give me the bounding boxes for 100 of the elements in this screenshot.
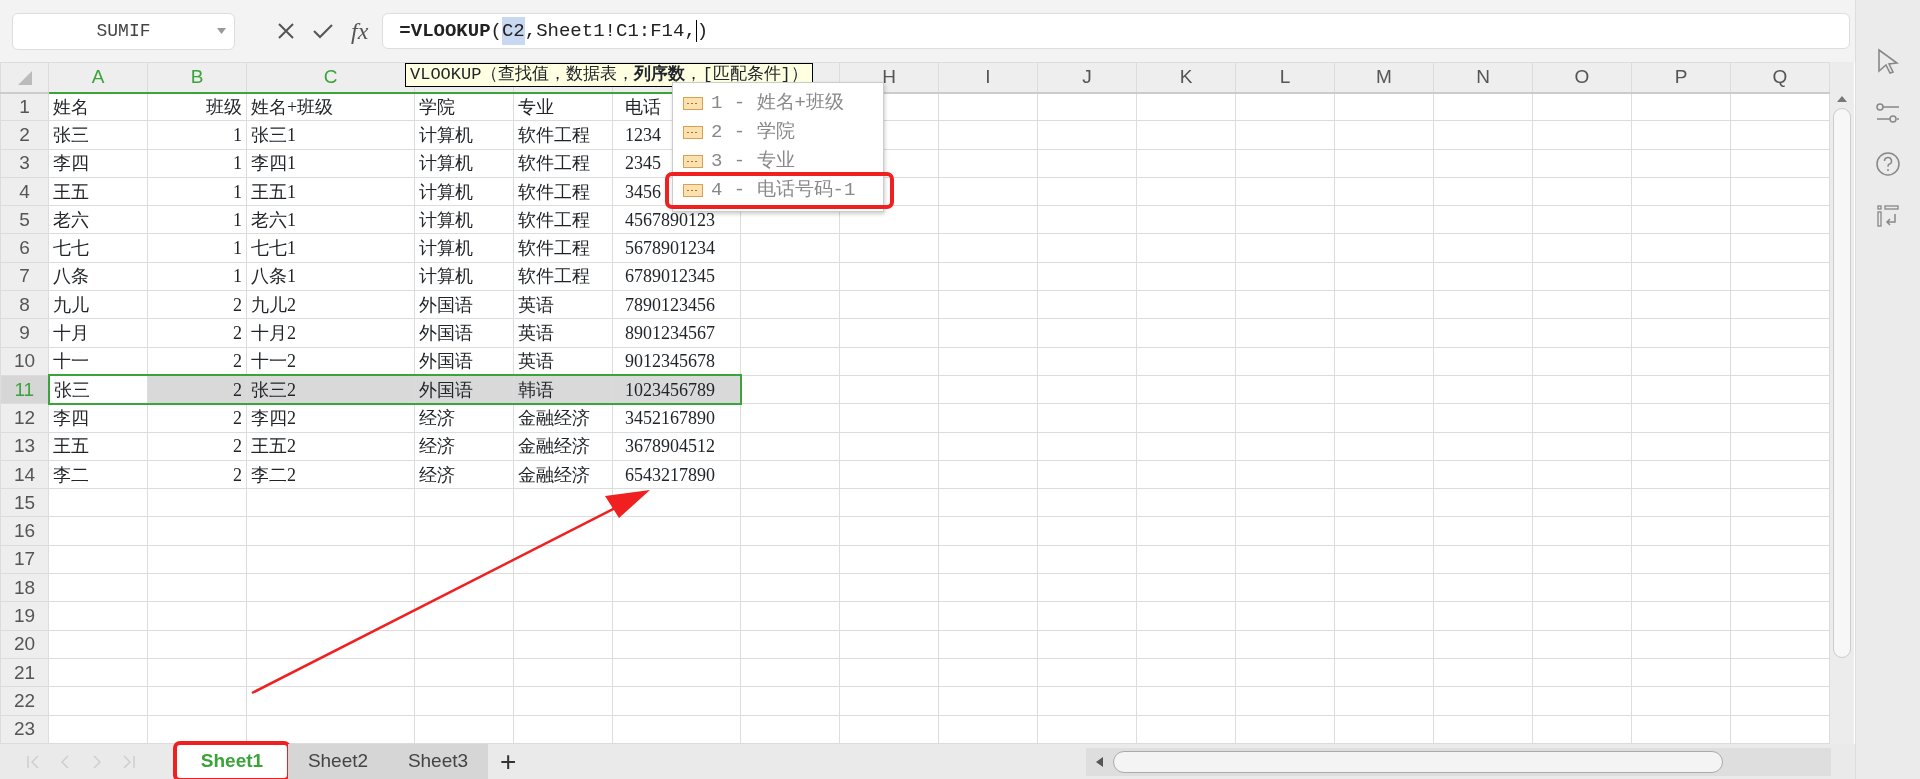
layout-icon[interactable]: [1876, 204, 1900, 228]
row-header[interactable]: 19: [0, 601, 49, 631]
table-cell: 1023456789: [612, 375, 741, 404]
table-cell: 老六: [48, 205, 148, 234]
row-header[interactable]: 7: [0, 262, 49, 291]
row-header[interactable]: 15: [0, 488, 49, 517]
table-cell: 九儿: [48, 290, 148, 319]
row-header[interactable]: 2: [0, 120, 49, 150]
add-sheet-button[interactable]: +: [488, 747, 529, 776]
row-header[interactable]: 16: [0, 516, 49, 546]
table-cell: 专业: [513, 92, 613, 121]
row-header[interactable]: 4: [0, 177, 49, 206]
check-icon[interactable]: [313, 23, 333, 39]
table-cell: 1: [147, 262, 247, 291]
table-cell: 十月2: [246, 318, 415, 348]
table-cell: 姓名+班级: [246, 92, 415, 121]
formula-text: (: [490, 18, 502, 44]
column-header[interactable]: M: [1334, 62, 1434, 93]
sheet-tab[interactable]: Sheet3: [388, 744, 488, 779]
vertical-scrollbar[interactable]: [1830, 62, 1854, 744]
cursor-icon[interactable]: [1877, 48, 1899, 74]
row-header[interactable]: 13: [0, 432, 49, 461]
table-cell: 韩语: [513, 375, 613, 404]
sliders-icon[interactable]: [1876, 102, 1900, 124]
table-cell: 6789012345: [612, 262, 741, 291]
table-cell: 七七: [48, 234, 148, 263]
table-cell: 张三: [48, 120, 148, 150]
last-sheet-icon[interactable]: [122, 754, 136, 769]
column-header[interactable]: Q: [1730, 62, 1830, 93]
row-header[interactable]: 10: [0, 347, 49, 376]
row-header[interactable]: 18: [0, 573, 49, 602]
column-header[interactable]: K: [1136, 62, 1236, 93]
table-cell: 王五2: [246, 432, 415, 461]
column-header[interactable]: I: [938, 62, 1038, 93]
table-cell: 2: [147, 432, 247, 461]
table-cell: 1: [147, 177, 247, 206]
table-cell: 王五1: [246, 177, 415, 206]
table-cell: 6543217890: [612, 460, 741, 489]
row-header[interactable]: 22: [0, 686, 49, 716]
table-cell: 1: [147, 120, 247, 150]
table-cell: 计算机: [414, 149, 514, 178]
field-icon: [683, 155, 703, 168]
scroll-up-icon[interactable]: [1837, 96, 1847, 102]
table-cell: 7890123456: [612, 290, 741, 319]
table-cell: 1: [147, 205, 247, 234]
table-cell: 2: [147, 375, 247, 404]
column-header[interactable]: L: [1235, 62, 1335, 93]
row-header[interactable]: 17: [0, 545, 49, 574]
table-cell: 英语: [513, 290, 613, 319]
formula-text: =VLOOKUP: [399, 18, 491, 44]
row-header[interactable]: 14: [0, 460, 49, 489]
table-cell: 金融经济: [513, 403, 613, 433]
table-cell: 张三2: [246, 375, 415, 404]
table-cell: 软件工程: [513, 120, 613, 150]
help-icon[interactable]: [1876, 152, 1900, 176]
row-header[interactable]: 9: [0, 318, 49, 348]
row-header[interactable]: 21: [0, 658, 49, 687]
column-header[interactable]: P: [1631, 62, 1731, 93]
table-cell: 2: [147, 460, 247, 489]
table-cell: 计算机: [414, 177, 514, 206]
row-header[interactable]: 5: [0, 205, 49, 234]
row-header[interactable]: 23: [0, 715, 49, 744]
table-cell: 李二2: [246, 460, 415, 489]
row-header[interactable]: 20: [0, 630, 49, 659]
column-header[interactable]: O: [1532, 62, 1632, 93]
table-cell: 八条1: [246, 262, 415, 291]
formula-field[interactable]: =VLOOKUP(C2,Sheet1!C1:F14,): [382, 13, 1850, 49]
row-header[interactable]: 8: [0, 290, 49, 319]
column-header[interactable]: J: [1037, 62, 1137, 93]
table-cell: 十月: [48, 318, 148, 348]
first-sheet-icon[interactable]: [26, 754, 40, 769]
table-cell: 张三: [48, 375, 148, 404]
row-header[interactable]: 3: [0, 149, 49, 178]
table-cell: 外国语: [414, 375, 514, 404]
select-all-icon[interactable]: [17, 71, 32, 86]
column-header[interactable]: N: [1433, 62, 1533, 93]
table-cell: 3678904512: [612, 432, 741, 461]
table-cell: 李四: [48, 403, 148, 433]
cancel-icon[interactable]: [277, 22, 295, 40]
field-icon: [683, 184, 703, 197]
field-icon: [683, 126, 703, 139]
formula-text: ): [696, 18, 709, 44]
table-cell: 张三1: [246, 120, 415, 150]
table-cell: 王五: [48, 177, 148, 206]
table-cell: 班级: [147, 92, 247, 121]
function-button[interactable]: fx: [351, 13, 369, 49]
sheet-tab[interactable]: Sheet2: [288, 744, 388, 779]
sheet-tab[interactable]: Sheet1: [176, 744, 288, 779]
row-header[interactable]: 6: [0, 234, 49, 263]
name-box[interactable]: SUMIF: [12, 12, 235, 50]
scroll-left-icon[interactable]: [1096, 756, 1103, 767]
horizontal-scrollbar[interactable]: [1086, 747, 1831, 776]
table-cell: 外国语: [414, 290, 514, 319]
table-cell: 李四: [48, 149, 148, 178]
row-header[interactable]: 12: [0, 403, 49, 433]
table-cell: 李四2: [246, 403, 415, 433]
table-cell: 5678901234: [612, 234, 741, 263]
table-cell: 计算机: [414, 120, 514, 150]
table-cell: 经济: [414, 432, 514, 461]
row-header[interactable]: 1: [0, 92, 49, 121]
